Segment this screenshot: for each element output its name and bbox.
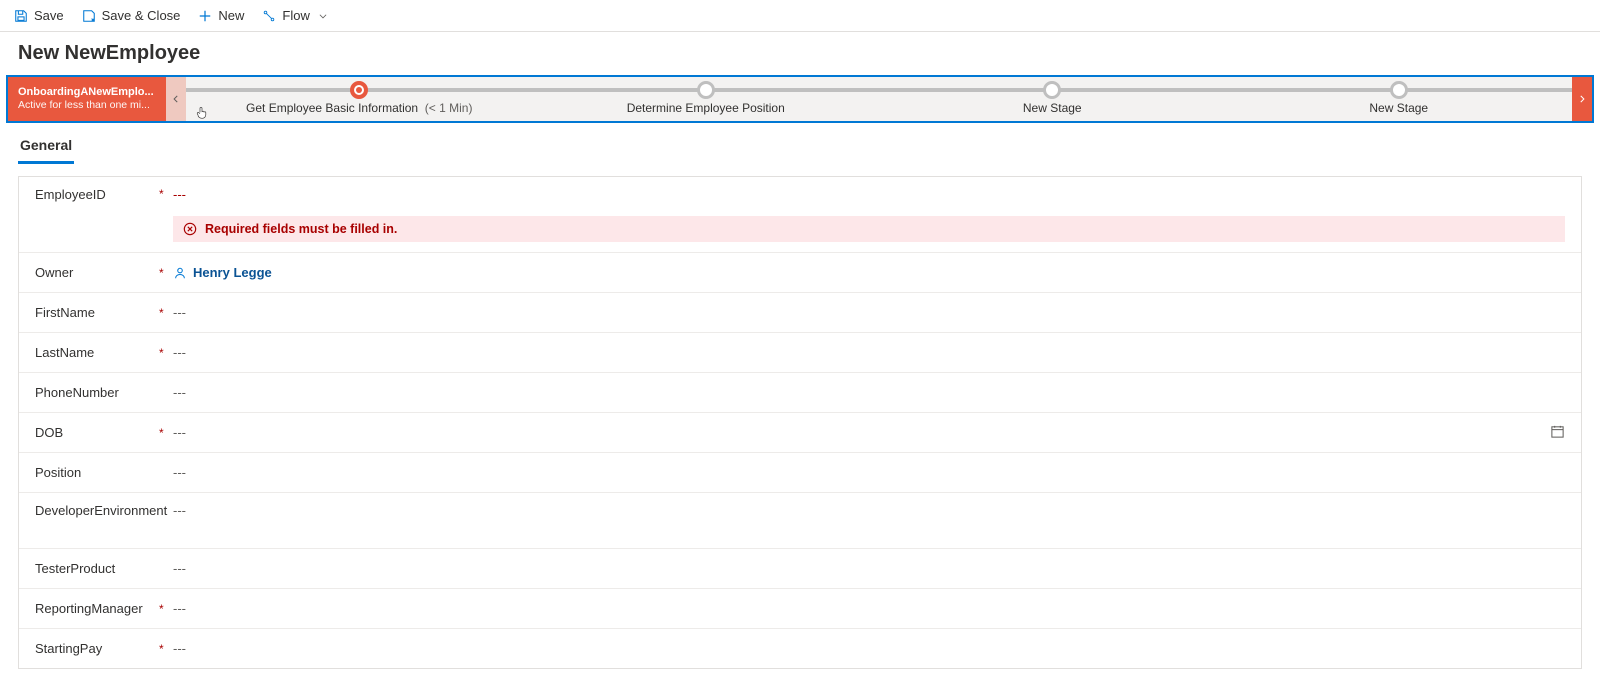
field-owner: Owner * Henry Legge — [19, 252, 1581, 292]
owner-lookup-pill[interactable]: Henry Legge — [173, 265, 272, 280]
bpf-stage-1-label: Get Employee Basic Information — [246, 101, 418, 115]
field-dob: DOB * --- — [19, 412, 1581, 452]
plus-icon — [198, 9, 212, 23]
required-indicator: * — [159, 187, 173, 201]
field-first-name: FirstName * --- — [19, 292, 1581, 332]
field-label: EmployeeID — [35, 187, 159, 202]
field-position: Position --- — [19, 452, 1581, 492]
field-label: Owner — [35, 265, 159, 280]
field-placeholder: --- — [173, 385, 186, 400]
field-label: DOB — [35, 425, 159, 440]
field-value-dob[interactable]: --- — [173, 425, 1565, 440]
bpf-stage-1-duration: (< 1 Min) — [425, 101, 473, 115]
bpf-process-sub: Active for less than one mi... — [18, 99, 156, 112]
field-phone-number: PhoneNumber --- — [19, 372, 1581, 412]
field-last-name: LastName * --- — [19, 332, 1581, 372]
field-value-phone-number[interactable]: --- — [173, 385, 1565, 400]
save-close-button[interactable]: Save & Close — [82, 8, 181, 23]
field-value-first-name[interactable]: --- — [173, 305, 1565, 320]
bpf-stage-node-icon — [1043, 81, 1061, 99]
field-label: StartingPay — [35, 641, 159, 656]
bpf-stage-2-label: Determine Employee Position — [627, 101, 785, 115]
field-value-owner[interactable]: Henry Legge — [173, 265, 1565, 280]
field-placeholder: --- — [173, 641, 186, 656]
save-icon — [14, 9, 28, 23]
error-icon — [183, 222, 197, 236]
field-developer-environment: DeveloperEnvironment --- — [19, 492, 1581, 548]
field-placeholder: --- — [173, 345, 186, 360]
bpf-process-badge[interactable]: OnboardingANewEmplo... Active for less t… — [8, 77, 166, 121]
field-label: ReportingManager — [35, 601, 159, 616]
field-placeholder: --- — [173, 601, 186, 616]
form-section-general: EmployeeID * --- Required fields must be… — [18, 176, 1582, 669]
cursor-icon — [194, 105, 210, 121]
bpf-stage-4[interactable]: New Stage — [1226, 77, 1573, 115]
field-starting-pay: StartingPay * --- — [19, 628, 1581, 668]
field-value-tester-product[interactable]: --- — [173, 561, 1565, 576]
field-placeholder: --- — [173, 465, 186, 480]
required-indicator: * — [159, 306, 173, 320]
tabs: General — [0, 123, 1600, 164]
bpf-stage-node-icon — [350, 81, 368, 99]
bpf-stage-4-label: New Stage — [1369, 101, 1428, 115]
field-label: TesterProduct — [35, 561, 159, 576]
field-label: FirstName — [35, 305, 159, 320]
field-value-reporting-manager[interactable]: --- — [173, 601, 1565, 616]
field-value-position[interactable]: --- — [173, 465, 1565, 480]
bpf-stage-3-label: New Stage — [1023, 101, 1082, 115]
flow-icon — [262, 9, 276, 23]
page-title: New NewEmployee — [0, 32, 1600, 73]
field-reporting-manager: ReportingManager * --- — [19, 588, 1581, 628]
bpf-stages: Get Employee Basic Information (< 1 Min)… — [186, 77, 1572, 121]
field-label: LastName — [35, 345, 159, 360]
bpf-prev-button[interactable] — [166, 77, 186, 121]
owner-name: Henry Legge — [193, 265, 272, 280]
required-indicator: * — [159, 266, 173, 280]
field-value-employee-id[interactable]: --- Required fields must be filled in. — [173, 187, 1565, 242]
field-placeholder: --- — [173, 503, 186, 518]
save-close-icon — [82, 9, 96, 23]
field-value-developer-environment[interactable]: --- — [173, 503, 1565, 518]
field-label: Position — [35, 465, 159, 480]
field-tester-product: TesterProduct --- — [19, 548, 1581, 588]
save-close-label: Save & Close — [102, 8, 181, 23]
field-value-starting-pay[interactable]: --- — [173, 641, 1565, 656]
tab-general[interactable]: General — [18, 131, 74, 164]
flow-button[interactable]: Flow — [262, 8, 329, 23]
new-button[interactable]: New — [198, 8, 244, 23]
validation-error: Required fields must be filled in. — [173, 216, 1565, 242]
save-label: Save — [34, 8, 64, 23]
calendar-icon[interactable] — [1550, 424, 1565, 442]
error-text: Required fields must be filled in. — [205, 222, 397, 236]
flow-label: Flow — [282, 8, 309, 23]
required-indicator: * — [159, 602, 173, 616]
required-indicator: * — [159, 346, 173, 360]
field-placeholder: --- — [173, 305, 186, 320]
field-label: DeveloperEnvironment — [35, 503, 159, 520]
field-value-last-name[interactable]: --- — [173, 345, 1565, 360]
field-placeholder: --- — [173, 425, 186, 440]
required-indicator: * — [159, 642, 173, 656]
command-bar: Save Save & Close New Flow — [0, 0, 1600, 32]
bpf-stage-1[interactable]: Get Employee Basic Information (< 1 Min) — [186, 77, 533, 115]
bpf-stage-2[interactable]: Determine Employee Position — [533, 77, 880, 115]
save-button[interactable]: Save — [14, 8, 64, 23]
new-label: New — [218, 8, 244, 23]
field-placeholder: --- — [173, 561, 186, 576]
bpf-stage-3[interactable]: New Stage — [879, 77, 1226, 115]
field-placeholder: --- — [173, 187, 1565, 202]
bpf-stage-node-icon — [697, 81, 715, 99]
person-icon — [173, 266, 187, 280]
chevron-down-icon — [316, 9, 330, 23]
bpf-process-name: OnboardingANewEmplo... — [18, 86, 156, 100]
field-employee-id: EmployeeID * --- Required fields must be… — [19, 177, 1581, 252]
required-indicator: * — [159, 426, 173, 440]
bpf-stage-node-icon — [1390, 81, 1408, 99]
bpf-next-button[interactable] — [1572, 77, 1592, 121]
business-process-flow: OnboardingANewEmplo... Active for less t… — [6, 75, 1594, 123]
field-label: PhoneNumber — [35, 385, 159, 400]
